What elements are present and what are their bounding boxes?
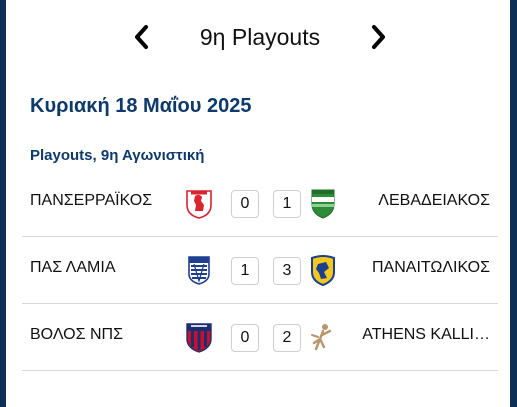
away-team-name: ATHENS KALLI… xyxy=(362,326,490,343)
previous-round-button[interactable] xyxy=(126,22,156,52)
levadiakos-crest-icon xyxy=(311,189,335,219)
lamia-crest-icon xyxy=(188,256,210,285)
home-team-name: ΒΟΛΟΣ ΝΠΣ xyxy=(30,326,123,343)
chevron-right-icon xyxy=(372,25,385,49)
match-row[interactable]: ΠΑΣ ΛΑΜΙΑ 1 3 ΠΑΝΑΙΤΩΛΙΚΟΣ xyxy=(22,237,498,304)
away-score: 1 xyxy=(273,190,301,218)
fixtures-panel: 9η Playouts Κυριακή 18 Μαΐου 2025 Playou… xyxy=(6,0,510,407)
match-row[interactable]: ΒΟΛΟΣ ΝΠΣ 0 2 ATHENS KALLI… xyxy=(22,304,498,371)
match-date: Κυριακή 18 Μαΐου 2025 xyxy=(30,95,252,117)
panetolikos-crest-icon xyxy=(311,255,335,286)
panserraikos-crest-icon xyxy=(186,190,212,219)
round-title: 9η Playouts xyxy=(199,24,321,50)
round-navigator: 9η Playouts xyxy=(6,18,510,58)
home-score: 1 xyxy=(231,257,259,285)
home-score: 0 xyxy=(231,190,259,218)
chevron-left-icon xyxy=(135,25,148,49)
home-team-name: ΠΑΣ ΛΑΜΙΑ xyxy=(30,259,116,276)
away-team-name: ΛΕΒΑΔΕΙΑΚΟΣ xyxy=(378,192,490,209)
away-team-name: ΠΑΝΑΙΤΩΛΙΚΟΣ xyxy=(372,259,490,276)
away-score: 3 xyxy=(273,257,301,285)
away-score: 2 xyxy=(273,324,301,352)
home-score: 0 xyxy=(231,324,259,352)
competition-label: Playouts, 9η Αγωνιστική xyxy=(30,147,205,164)
home-team-name: ΠΑΝΣΕΡΡΑΪΚΟΣ xyxy=(30,192,153,209)
match-row[interactable]: ΠΑΝΣΕΡΡΑΪΚΟΣ 0 1 ΛΕΒΑΔΕΙΑΚΟΣ xyxy=(22,170,498,237)
next-round-button[interactable] xyxy=(364,22,394,52)
volos-crest-icon xyxy=(186,323,212,353)
athens-kallithea-crest-icon xyxy=(311,324,332,351)
match-list: ΠΑΝΣΕΡΡΑΪΚΟΣ 0 1 ΛΕΒΑΔΕΙΑΚΟΣ ΠΑΣ ΛΑΜΙΑ 1… xyxy=(22,170,498,371)
